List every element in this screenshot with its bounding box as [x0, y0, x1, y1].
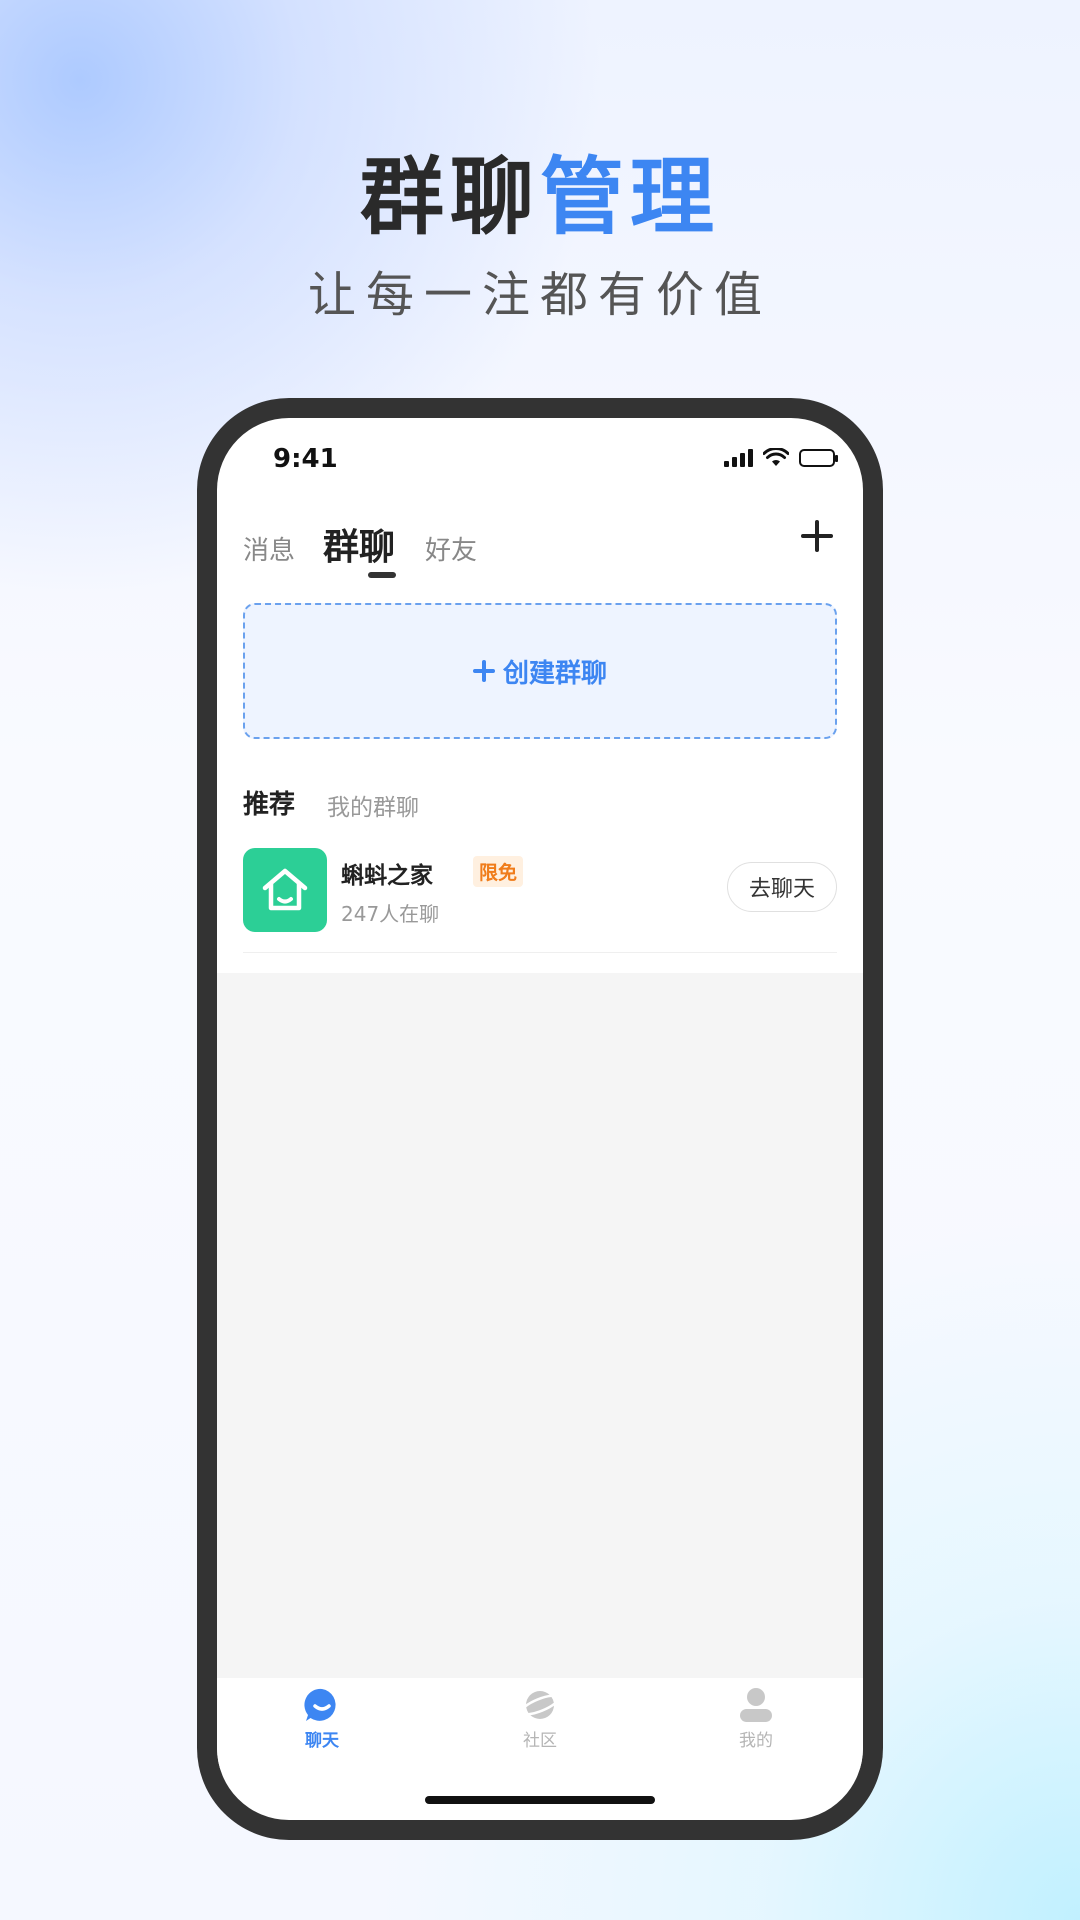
plus-icon	[472, 660, 495, 682]
chat-icon	[304, 1688, 336, 1721]
section-tab-my-groups[interactable]: 我的群聊	[327, 788, 419, 822]
tab-friends[interactable]: 好友	[425, 530, 477, 567]
section-tabs: 推荐 我的群聊	[243, 784, 837, 824]
nav-mine[interactable]: 我的	[696, 1686, 816, 1751]
headline: 群聊管理	[0, 130, 1080, 251]
free-badge: 限免	[473, 856, 524, 887]
status-bar: 9:41	[217, 418, 863, 498]
tab-messages[interactable]: 消息	[243, 530, 295, 567]
tab-active-indicator	[368, 572, 396, 578]
create-group-label: 创建群聊	[502, 658, 607, 689]
list-item[interactable]: 蝌蚪之家 限免 247人在聊 去聊天	[243, 848, 837, 953]
group-name: 蝌蚪之家	[341, 863, 433, 889]
empty-content-area	[217, 973, 863, 1678]
section-tab-recommend[interactable]: 推荐	[243, 784, 295, 821]
home-indicator	[425, 1796, 655, 1804]
go-chat-button[interactable]: 去聊天	[727, 862, 837, 912]
group-avatar	[243, 848, 327, 932]
headline-dark: 群聊	[359, 148, 540, 246]
subtitle: 让每一注都有价值	[307, 267, 772, 323]
battery-icon	[799, 449, 838, 467]
member-count: 247人在聊	[341, 902, 440, 926]
house-icon	[262, 868, 308, 911]
nav-community-label: 社区	[523, 1731, 557, 1751]
nav-mine-label: 我的	[739, 1731, 773, 1751]
planet-icon	[520, 1691, 560, 1719]
phone-screen: 9:41 消息 群聊 好友 创建群聊 推荐 我的群聊 蝌蚪之家 限免 247人在…	[217, 418, 863, 1820]
bottom-nav: 聊天 社区 我的	[217, 1678, 863, 1768]
wifi-icon	[763, 448, 789, 466]
nav-chat-label: 聊天	[305, 1731, 339, 1751]
tab-groups[interactable]: 群聊	[323, 518, 395, 570]
create-group-button[interactable]: 创建群聊	[243, 603, 837, 739]
add-icon[interactable]	[797, 516, 837, 556]
user-icon	[740, 1688, 772, 1722]
nav-chat[interactable]: 聊天	[262, 1686, 382, 1751]
status-icons	[724, 448, 838, 468]
signal-icon	[724, 449, 753, 467]
top-tabs: 消息 群聊 好友	[243, 506, 837, 586]
nav-community[interactable]: 社区	[480, 1686, 600, 1751]
status-time: 9:41	[273, 444, 338, 474]
phone-frame: 9:41 消息 群聊 好友 创建群聊 推荐 我的群聊 蝌蚪之家 限免 247人在…	[197, 398, 883, 1840]
headline-accent: 管理	[540, 148, 721, 246]
